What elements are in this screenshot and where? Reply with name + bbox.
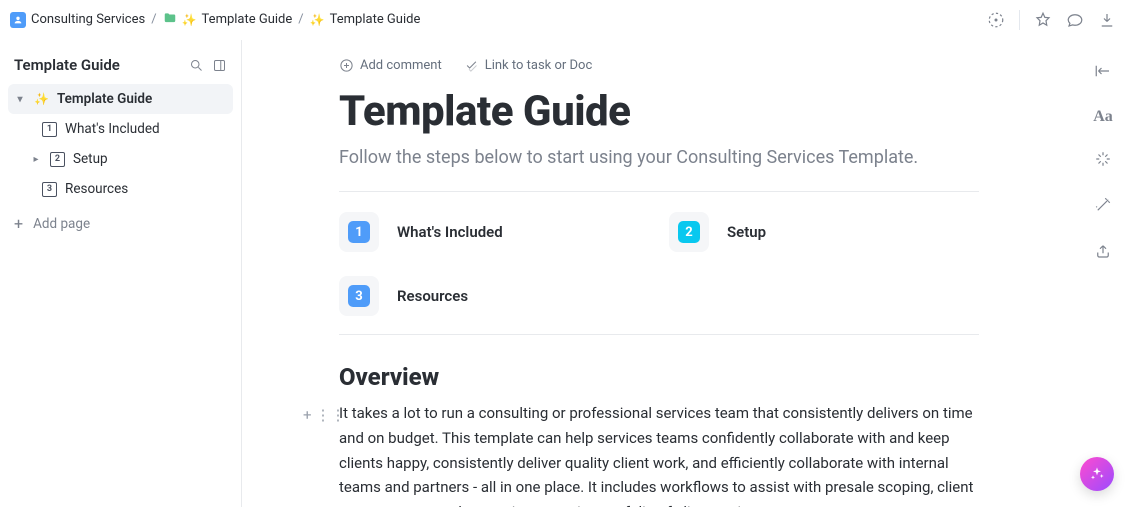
divider (339, 191, 979, 192)
sidebar-item-resources[interactable]: 3 Resources (8, 174, 233, 204)
sidebar-item-whats-included[interactable]: 1 What's Included (8, 114, 233, 144)
breadcrumb-doc-label: Template Guide (330, 12, 421, 27)
star-icon[interactable] (1034, 11, 1052, 29)
number-box-icon: 2 (50, 152, 65, 167)
divider (1019, 10, 1020, 30)
breadcrumb-workspace[interactable]: Consulting Services (10, 12, 145, 28)
divider (339, 334, 979, 335)
comment-icon[interactable] (1066, 11, 1084, 29)
sparkle-icon: ✨ (182, 13, 197, 27)
target-icon[interactable] (987, 11, 1005, 29)
folder-icon (163, 11, 177, 29)
breadcrumb-folder-label: Template Guide (202, 12, 293, 27)
sidebar-item-label: Resources (65, 181, 128, 197)
nav-number: 1 (348, 221, 370, 243)
sidebar-header: Template Guide (0, 50, 241, 84)
sidebar-title: Template Guide (14, 56, 120, 74)
add-comment-button[interactable]: Add comment (339, 58, 442, 73)
nav-label: Setup (727, 223, 766, 241)
overview-paragraph[interactable]: + ⋮⋮ It takes a lot to run a consulting … (339, 401, 979, 507)
top-actions (987, 10, 1116, 30)
sidebar-item-label: Template Guide (57, 91, 152, 107)
download-icon[interactable] (1098, 11, 1116, 29)
document: Add comment Link to task or Doc Template… (242, 40, 1076, 507)
breadcrumb-doc[interactable]: ✨ Template Guide (310, 12, 421, 27)
number-box-icon: 1 (42, 122, 57, 137)
sidebar-item-label: What's Included (65, 121, 160, 137)
right-rail: Aa (1076, 40, 1130, 507)
ai-fab-button[interactable] (1080, 457, 1114, 491)
sparkle-icon: ✨ (310, 13, 325, 27)
breadcrumb-sep: / (151, 12, 156, 27)
number-box-icon: 3 (42, 182, 57, 197)
breadcrumb-sep: / (298, 12, 303, 27)
sidebar-item-setup[interactable]: ▸ 2 Setup (8, 144, 233, 174)
indent-icon[interactable] (1094, 62, 1112, 84)
magic-wand-icon[interactable] (1094, 196, 1112, 218)
body: Template Guide ▾ ✨ Template Guide 1 What… (0, 40, 1130, 507)
link-task-button[interactable]: Link to task or Doc (464, 58, 593, 73)
add-page-button[interactable]: + Add page (0, 210, 241, 238)
chevron-down-icon[interactable]: ▾ (14, 94, 26, 105)
drag-handle-icon[interactable]: ⋮⋮ (316, 403, 346, 428)
doc-actionbar: Add comment Link to task or Doc (339, 54, 979, 83)
page-title[interactable]: Template Guide (339, 87, 979, 136)
breadcrumb-workspace-label: Consulting Services (31, 12, 145, 27)
nav-label: Resources (397, 287, 468, 305)
search-icon[interactable] (189, 58, 204, 73)
typography-button[interactable]: Aa (1093, 108, 1113, 126)
overview-text: It takes a lot to run a consulting or pr… (339, 404, 973, 507)
nav-number: 3 (348, 285, 370, 307)
page-subtitle[interactable]: Follow the steps below to start using yo… (339, 144, 979, 171)
ai-sparkle-icon[interactable] (1094, 150, 1112, 172)
panel-collapse-icon[interactable] (212, 58, 227, 73)
add-page-label: Add page (33, 216, 90, 232)
top-bar: Consulting Services / ✨ Template Guide /… (0, 0, 1130, 40)
nav-number: 2 (678, 221, 700, 243)
nav-grid: 1 What's Included 2 Setup 3 Resources (339, 212, 979, 316)
sparkle-icon: ✨ (34, 92, 49, 106)
nav-card-whats-included[interactable]: 1 What's Included (339, 212, 649, 252)
overview-heading[interactable]: Overview (339, 363, 979, 391)
plus-icon[interactable]: + (303, 403, 312, 428)
main: Add comment Link to task or Doc Template… (242, 40, 1130, 507)
breadcrumb-folder[interactable]: ✨ Template Guide (163, 11, 293, 29)
chevron-right-icon[interactable]: ▸ (30, 154, 42, 165)
nav-card-resources[interactable]: 3 Resources (339, 276, 649, 316)
block-gutter[interactable]: + ⋮⋮ (303, 403, 346, 428)
sidebar-item-label: Setup (73, 151, 108, 167)
link-task-label: Link to task or Doc (485, 58, 593, 73)
nav-card-setup[interactable]: 2 Setup (669, 212, 979, 252)
nav-label: What's Included (397, 223, 503, 241)
sidebar-tree: ▾ ✨ Template Guide 1 What's Included ▸ 2… (0, 84, 241, 204)
plus-icon: + (14, 216, 23, 232)
share-icon[interactable] (1094, 242, 1112, 264)
add-comment-label: Add comment (360, 58, 442, 73)
sidebar-item-template-guide[interactable]: ▾ ✨ Template Guide (8, 84, 233, 114)
workspace-icon (10, 12, 26, 28)
sidebar: Template Guide ▾ ✨ Template Guide 1 What… (0, 40, 242, 507)
breadcrumb: Consulting Services / ✨ Template Guide /… (10, 11, 420, 29)
